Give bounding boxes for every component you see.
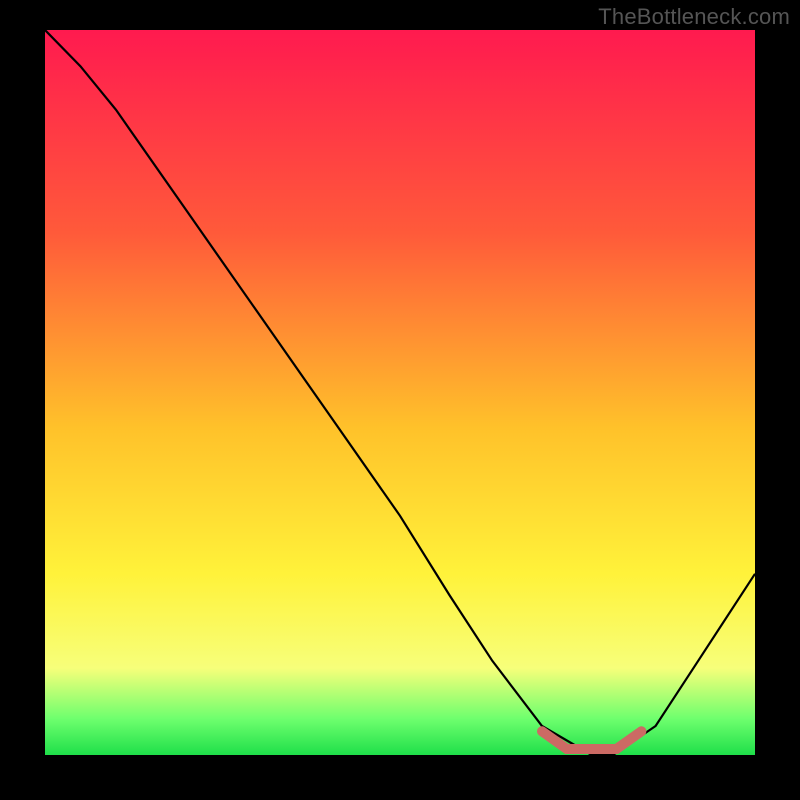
chart-svg <box>45 30 755 755</box>
plot-area <box>45 30 755 755</box>
gradient-background <box>45 30 755 755</box>
watermark-label: TheBottleneck.com <box>598 4 790 30</box>
chart-frame: TheBottleneck.com <box>0 0 800 800</box>
